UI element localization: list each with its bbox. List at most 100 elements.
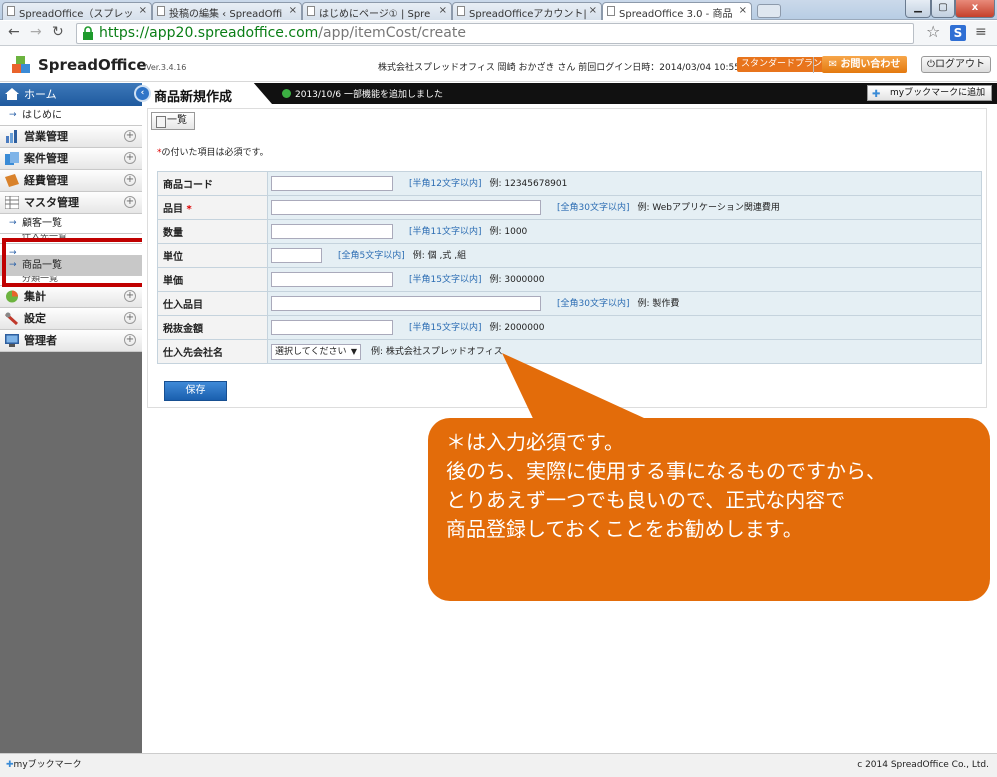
form-row-quantity: 数量 [半角11文字以内] 例: 1000 (157, 219, 982, 244)
close-icon[interactable]: × (739, 5, 747, 16)
new-tab-button[interactable] (757, 4, 781, 18)
field-label: 仕入先会社名 (157, 339, 268, 364)
close-icon[interactable]: × (289, 5, 297, 16)
sidebar-item-sales[interactable]: 営業管理 + (0, 126, 142, 148)
app-logo[interactable]: SpreadOffice (38, 56, 147, 74)
browser-tab[interactable]: 投稿の編集 ‹ SpreadOffi × (152, 2, 302, 20)
sidebar-item-intro[interactable]: はじめに (0, 106, 142, 126)
sidebar-item-label: マスタ管理 (24, 196, 79, 209)
quantity-input[interactable] (271, 224, 393, 239)
unit-price-input[interactable] (271, 272, 393, 287)
callout-line: 後のち、実際に使用する事になるものですから、 (446, 459, 886, 483)
amount-input[interactable] (271, 320, 393, 335)
notice-label: 2013/10/6 一部機能を追加しました (295, 90, 444, 100)
field-cell: [半角11文字以内] 例: 1000 (267, 219, 982, 244)
url-host: https://app20.spreadoffice.com (99, 25, 319, 41)
notice-text[interactable]: 2013/10/6 一部機能を追加しました (282, 87, 443, 100)
item-name-input[interactable] (271, 200, 541, 215)
field-example: 例: 3000000 (489, 275, 545, 285)
field-label: 単位 (157, 243, 268, 268)
info-icon (282, 89, 291, 98)
reload-icon[interactable]: ↻ (52, 24, 64, 40)
window-close-button[interactable]: x (955, 0, 995, 18)
field-example: 例: 株式会社スプレッドオフィス (371, 347, 503, 357)
add-bookmark-button[interactable]: ✚ myブックマークに追加 (867, 85, 992, 101)
save-button[interactable]: 保存 (164, 381, 227, 401)
field-example: 例: Webアプリケーション関連費用 (637, 203, 780, 213)
expand-icon[interactable]: + (124, 290, 136, 302)
sidebar-item-label: 案件管理 (24, 152, 68, 165)
sidebar-item-reports[interactable]: 集計 + (0, 286, 142, 308)
browser-tab-bar: SpreadOffice（スプレッ × 投稿の編集 ‹ SpreadOffi × は… (0, 0, 997, 20)
divider (813, 57, 814, 73)
logout-button[interactable]: ⏻ログアウト (921, 56, 991, 73)
footer-bookmark[interactable]: ✚myブックマーク (6, 754, 82, 776)
dropdown-arrow-icon: ▼ (350, 346, 357, 356)
expand-icon[interactable]: + (124, 312, 136, 324)
folder-icon (5, 152, 19, 165)
browser-tab[interactable]: はじめにページ① | Spre × (302, 2, 452, 20)
minimize-button[interactable]: ▁ (905, 0, 931, 18)
wallet-icon (5, 174, 19, 187)
bookmark-star-icon[interactable]: ☆ (926, 22, 940, 41)
field-example: 例: 個 ,式 ,組 (412, 251, 467, 261)
page-title-bar: 商品新規作成 ‹ 2013/10/6 一部機能を追加しました ✚ myブックマーク… (134, 83, 997, 104)
sidebar-item-settings[interactable]: 設定 + (0, 308, 142, 330)
tab-label: SpreadOfficeアカウント| (469, 9, 587, 20)
document-icon (607, 6, 615, 16)
form-row-price: 単価 [半角15文字以内] 例: 3000000 (157, 267, 982, 292)
select-value: 選択してください (275, 346, 347, 357)
footer: ✚myブックマーク c 2014 SpreadOffice Co., Ltd. (0, 753, 997, 777)
sidebar-item-customers[interactable]: 顧客一覧 (0, 214, 142, 234)
sidebar-item-admin[interactable]: 管理者 + (0, 330, 142, 352)
field-label: 商品コード (157, 171, 268, 196)
browser-tab[interactable]: SpreadOfficeアカウント| × (452, 2, 602, 20)
bookmark-label: myブックマークに追加 (890, 88, 986, 98)
field-label-cell: 品目 * (157, 195, 268, 220)
app-header: SpreadOffice Ver.3.4.16 株式会社スプレッドオフィス 岡崎… (0, 47, 997, 82)
wrench-icon (5, 312, 19, 325)
close-icon[interactable]: × (139, 5, 147, 16)
sidebar-item-projects[interactable]: 案件管理 + (0, 148, 142, 170)
purchase-item-input[interactable] (271, 296, 541, 311)
browser-tab[interactable]: SpreadOffice（スプレッ × (2, 2, 152, 20)
field-example: 例: 12345678901 (489, 179, 568, 189)
close-icon[interactable]: × (439, 5, 447, 16)
home-icon (5, 88, 19, 100)
field-hint: [半角11文字以内] (409, 227, 482, 237)
product-code-input[interactable] (271, 176, 393, 191)
tab-label: SpreadOffice 3.0 - 商品 (619, 9, 733, 20)
close-icon[interactable]: × (589, 5, 597, 16)
menu-icon[interactable]: ≡ (975, 24, 987, 40)
collapse-sidebar-icon[interactable]: ‹ (134, 85, 151, 102)
copyright: c 2014 SpreadOffice Co., Ltd. (857, 760, 989, 770)
list-button[interactable]: 一覧 (151, 112, 195, 130)
field-cell: [半角15文字以内] 例: 2000000 (267, 315, 982, 340)
sidebar-item-master[interactable]: マスタ管理 + (0, 192, 142, 214)
sidebar-item-expenses[interactable]: 経費管理 + (0, 170, 142, 192)
unit-input[interactable] (271, 248, 322, 263)
highlight-box (2, 238, 148, 287)
contact-button[interactable]: ✉ お問い合わせ (822, 56, 907, 73)
footer-bookmark-label: myブックマーク (13, 760, 82, 770)
extension-icon[interactable]: S (950, 25, 966, 41)
maximize-button[interactable]: ▢ (931, 0, 955, 18)
expand-icon[interactable]: + (124, 174, 136, 186)
expand-icon[interactable]: + (124, 196, 136, 208)
sidebar-item-label: 顧客一覧 (22, 218, 62, 229)
form-row-item: 品目 * [全角30文字以内] 例: Webアプリケーション関連費用 (157, 195, 982, 220)
supplier-select[interactable]: 選択してください ▼ (271, 343, 361, 360)
sidebar-item-label: ホーム (24, 88, 57, 101)
expand-icon[interactable]: + (124, 152, 136, 164)
expand-icon[interactable]: + (124, 130, 136, 142)
back-icon[interactable]: ← (8, 24, 20, 40)
expand-icon[interactable]: + (124, 334, 136, 346)
field-hint: [半角15文字以内] (409, 275, 482, 285)
url-input[interactable]: https://app20.spreadoffice.com/app/itemC… (76, 23, 914, 44)
browser-tab-active[interactable]: SpreadOffice 3.0 - 商品 × (602, 2, 752, 20)
sidebar-item-home[interactable]: ホーム (0, 83, 142, 106)
callout-line: とりあえず一つでも良いので、正式な内容で (446, 488, 846, 512)
table-icon (5, 196, 19, 209)
forward-icon[interactable]: → (30, 24, 42, 40)
address-bar: ← → ↻ https://app20.spreadoffice.com/app… (0, 21, 997, 46)
